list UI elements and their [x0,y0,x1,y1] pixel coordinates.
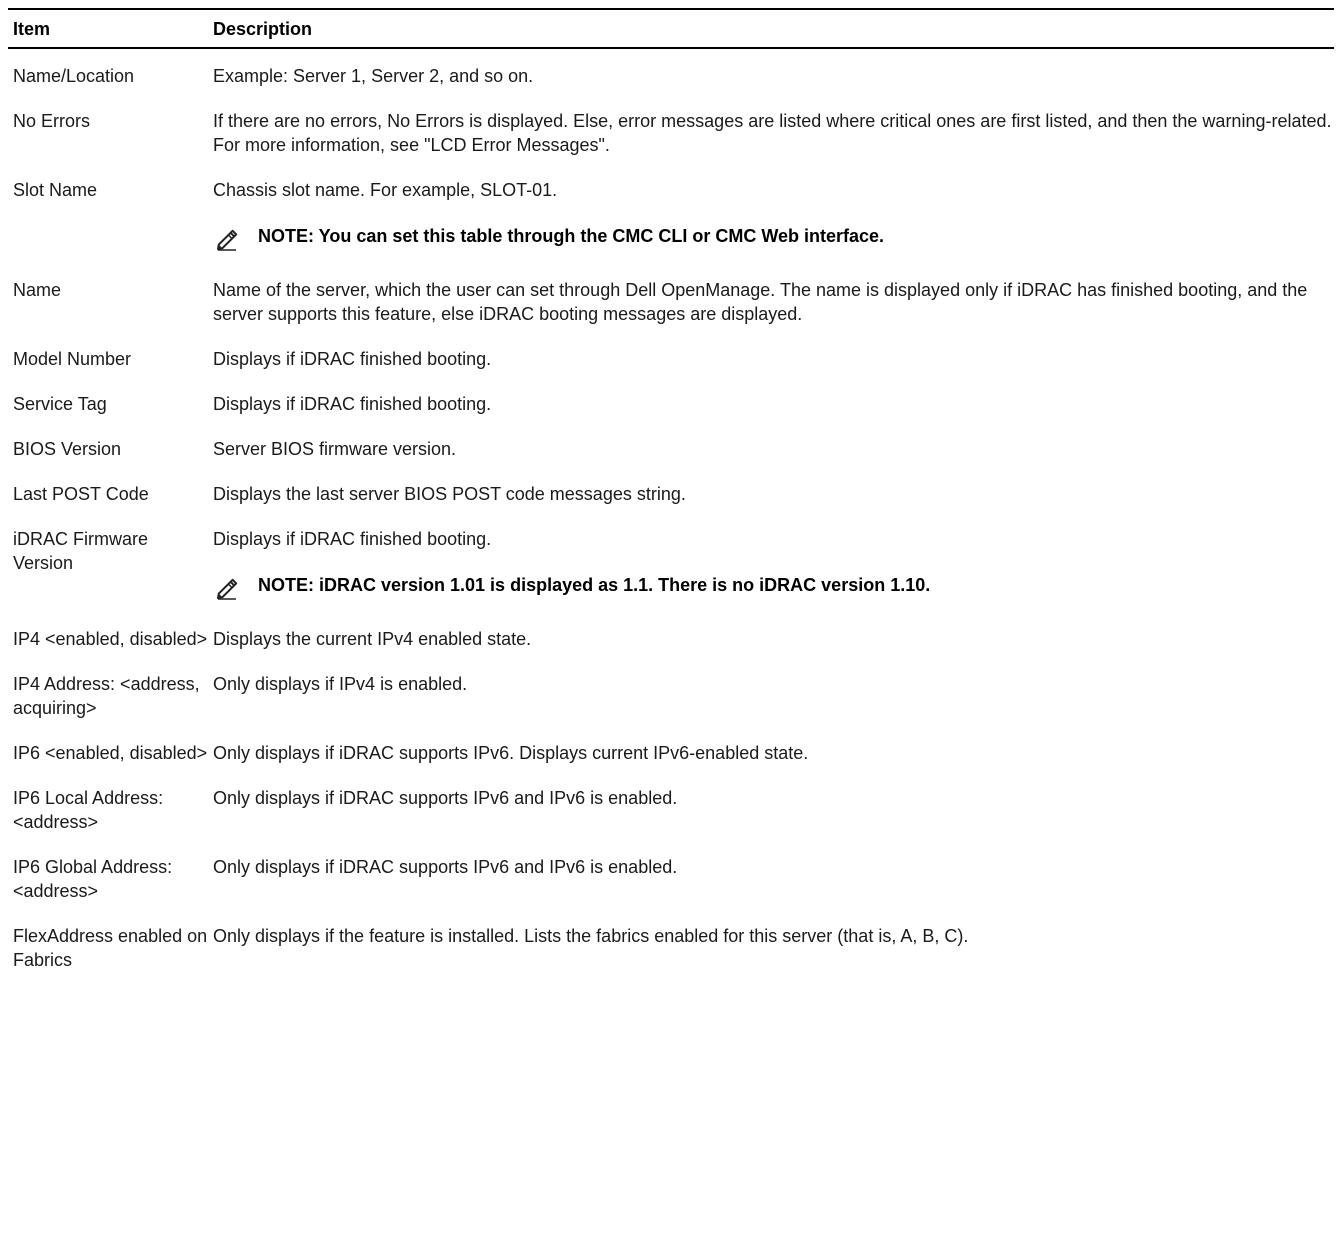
note-pencil-icon [216,229,238,251]
item-cell: IP4 Address: <address, acquiring> [13,674,200,718]
description-cell: Chassis slot name. For example, SLOT-01.… [213,165,1334,265]
description-text: Only displays if the feature is installe… [213,926,969,946]
description-text: Displays the last server BIOS POST code … [213,484,686,504]
description-cell: Displays the current IPv4 enabled state. [213,614,1334,659]
table-row: IP4 <enabled, disabled> Displays the curr… [8,614,1334,659]
description-cell: Only displays if iDRAC supports IPv6 and… [213,773,1334,842]
description-cell: Server BIOS firmware version. [213,424,1334,469]
item-cell: IP6 Global Address: <address> [13,857,173,901]
description-text: Only displays if iDRAC supports IPv6 and… [213,788,678,808]
description-text: Only displays if IPv4 is enabled. [213,674,468,694]
item-cell: IP4 <enabled, disabled> [13,629,208,649]
table-row: Service Tag Displays if iDRAC finished bo… [8,379,1334,424]
table-row: IP4 Address: <address, acquiring> Only di… [8,659,1334,728]
table-row: No Errors If there are no errors, No Erro… [8,96,1334,165]
description-text: Name of the server, which the user can s… [213,280,1308,324]
item-cell: iDRAC Firmware Version [13,529,148,573]
description-text: Displays if iDRAC finished booting. [213,394,492,414]
description-text: Server BIOS firmware version. [213,439,457,459]
table-header: Item Description [8,8,1334,49]
item-cell: Last POST Code [13,484,149,504]
description-text: Displays the current IPv4 enabled state. [213,629,532,649]
item-cell: No Errors [13,111,91,131]
note-text: NOTE: iDRAC version 1.01 is displayed as… [258,575,931,595]
table-row: BIOS Version Server BIOS firmware version… [8,424,1334,469]
header-description: Description [213,8,1334,49]
description-cell: Displays if iDRAC finished booting. NOTE… [213,514,1334,614]
description-text: Chassis slot name. For example, SLOT-01. [213,180,558,200]
note-text: NOTE: You can set this table through the… [258,226,885,246]
note-pencil-icon [216,578,238,600]
description-cell: Displays if iDRAC finished booting. [213,334,1334,379]
note-block: NOTE: iDRAC version 1.01 is displayed as… [213,573,1334,600]
description-cell: Displays the last server BIOS POST code … [213,469,1334,514]
table-row: IP6 Local Address: <address> Only display… [8,773,1334,842]
note-block: NOTE: You can set this table through the… [213,224,1334,251]
description-cell: Name of the server, which the user can s… [213,265,1334,334]
item-cell: Name [13,280,62,300]
table-row: Last POST Code Displays the last server B… [8,469,1334,514]
description-text: Example: Server 1, Server 2, and so on. [213,66,534,86]
table-row: Name/Location Example: Server 1, Server 2… [8,48,1334,96]
header-item: Item [8,8,213,49]
description-cell: Only displays if iDRAC supports IPv6. Di… [213,728,1334,773]
description-text: Only displays if iDRAC supports IPv6 and… [213,857,678,877]
description-text: Displays if iDRAC finished booting. [213,529,492,549]
description-cell: Only displays if iDRAC supports IPv6 and… [213,842,1334,911]
table-row: IP6 <enabled, disabled> Only displays if … [8,728,1334,773]
description-cell: Only displays if the feature is installe… [213,911,1334,980]
description-text: Displays if iDRAC finished booting. [213,349,492,369]
table-row: Model Number Displays if iDRAC finished b… [8,334,1334,379]
item-cell: Service Tag [13,394,107,414]
table-row: IP6 Global Address: <address> Only displa… [8,842,1334,911]
description-cell: Only displays if IPv4 is enabled. [213,659,1334,728]
item-cell: Name/Location [13,66,135,86]
table-row: FlexAddress enabled on Fabrics Only displ… [8,911,1334,980]
description-cell: Example: Server 1, Server 2, and so on. [213,48,1334,96]
table-row: Slot Name Chassis slot name. For example,… [8,165,1334,265]
table-body: Name/Location Example: Server 1, Server 2… [8,48,1334,980]
item-description-table: Item Description Name/Location Example: S… [8,8,1334,980]
item-cell: FlexAddress enabled on Fabrics [13,926,208,970]
item-cell: Slot Name [13,180,98,200]
table-row: iDRAC Firmware Version Displays if iDRAC … [8,514,1334,614]
table-row: Name Name of the server, which the user c… [8,265,1334,334]
description-text: Only displays if iDRAC supports IPv6. Di… [213,743,809,763]
item-cell: Model Number [13,349,132,369]
item-cell: BIOS Version [13,439,122,459]
description-cell: Displays if iDRAC finished booting. [213,379,1334,424]
description-text: If there are no errors, No Errors is dis… [213,111,1332,155]
header-row: Item Description [8,8,1334,49]
description-cell: If there are no errors, No Errors is dis… [213,96,1334,165]
item-cell: IP6 Local Address: <address> [13,788,164,832]
item-cell: IP6 <enabled, disabled> [13,743,208,763]
